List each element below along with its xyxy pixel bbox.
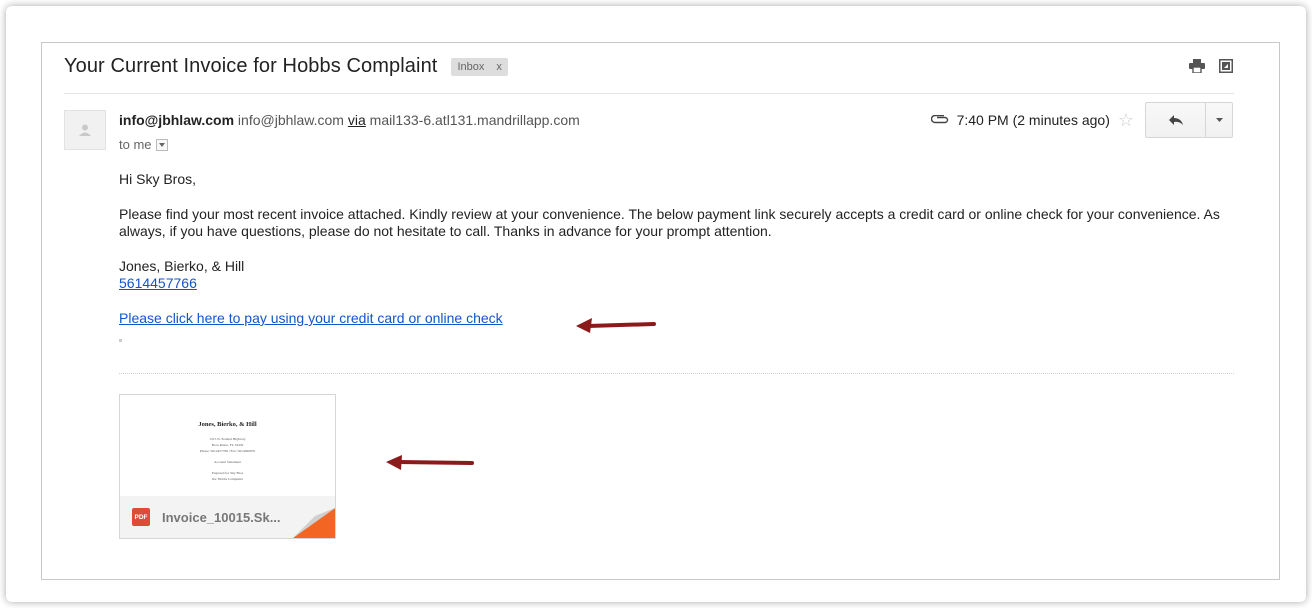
pay-link[interactable]: Please click here to pay using your cred… bbox=[119, 310, 503, 326]
label-chip-text: Inbox bbox=[457, 60, 485, 73]
payment-paragraph: Please click here to pay using your cred… bbox=[119, 310, 1229, 327]
inbox-label-chip[interactable]: Inbox x bbox=[451, 57, 508, 76]
page-fold-icon bbox=[293, 508, 335, 538]
body-paragraph: Please find your most recent invoice att… bbox=[119, 206, 1220, 239]
via-link[interactable]: via bbox=[348, 112, 366, 128]
new-window-icon[interactable] bbox=[1219, 59, 1233, 73]
recipient-text: to me bbox=[119, 137, 152, 152]
recipient-line: to me bbox=[119, 137, 168, 152]
email-subject: Your Current Invoice for Hobbs Complaint bbox=[64, 55, 438, 77]
phone-link[interactable]: 5614457766 bbox=[119, 275, 197, 291]
preview-line: Account Statement bbox=[214, 460, 241, 464]
show-details-button[interactable] bbox=[155, 138, 168, 151]
trimmed-content-dot bbox=[119, 339, 122, 342]
signature: Jones, Bierko, & Hill 5614457766 bbox=[119, 258, 1229, 292]
message-timestamp: 7:40 PM (2 minutes ago) bbox=[956, 112, 1110, 128]
thread-actions bbox=[1189, 59, 1233, 73]
via-domain: mail133-6.atl131.mandrillapp.com bbox=[369, 112, 580, 128]
attachment-preview: Jones, Bierko, & Hill 1515 N. Federal Hi… bbox=[120, 395, 335, 498]
star-icon[interactable]: ☆ bbox=[1118, 111, 1134, 129]
message-meta: 7:40 PM (2 minutes ago) ☆ bbox=[930, 111, 1134, 129]
more-actions-button[interactable] bbox=[1206, 103, 1232, 137]
paperclip-icon bbox=[930, 112, 949, 128]
greeting: Hi Sky Bros, bbox=[119, 171, 197, 187]
email-body: Hi Sky Bros, Please find your most recen… bbox=[119, 171, 1229, 345]
attachment-filename: Invoice_10015.Sk... bbox=[162, 509, 281, 525]
subject-row: Your Current Invoice for Hobbs Complaint… bbox=[64, 55, 508, 78]
signature-name: Jones, Bierko, & Hill bbox=[119, 258, 245, 274]
annotation-arrow-icon bbox=[576, 318, 656, 333]
reply-icon bbox=[1168, 115, 1183, 125]
sender-name[interactable]: info@jbhlaw.com bbox=[119, 112, 234, 128]
preview-line: Phone: 5614457766 | Fax: 5614360070 bbox=[199, 449, 256, 453]
sender-email: info@jbhlaw.com bbox=[237, 112, 344, 128]
attachment-card[interactable]: Jones, Bierko, & Hill 1515 N. Federal Hi… bbox=[119, 394, 336, 539]
sender-avatar[interactable] bbox=[64, 110, 106, 150]
dropdown-arrow-icon bbox=[1215, 118, 1223, 122]
pdf-icon: PDF bbox=[132, 508, 150, 526]
preview-line: Re: Hobbs Complaint bbox=[212, 477, 243, 481]
reply-button-group bbox=[1145, 102, 1233, 138]
preview-title: Jones, Bierko, & Hill bbox=[198, 421, 257, 428]
annotation-arrow-icon bbox=[386, 455, 474, 470]
chevron-down-icon bbox=[158, 142, 165, 147]
header-divider bbox=[64, 93, 1234, 94]
sender-line: info@jbhlaw.com info@jbhlaw.com via mail… bbox=[119, 112, 580, 128]
remove-label-button[interactable]: x bbox=[496, 61, 502, 73]
attachments-divider bbox=[119, 373, 1234, 374]
person-placeholder-icon bbox=[79, 124, 91, 136]
print-icon[interactable] bbox=[1189, 59, 1205, 73]
reply-button[interactable] bbox=[1146, 103, 1206, 137]
email-message-panel: Your Current Invoice for Hobbs Complaint… bbox=[41, 42, 1280, 580]
